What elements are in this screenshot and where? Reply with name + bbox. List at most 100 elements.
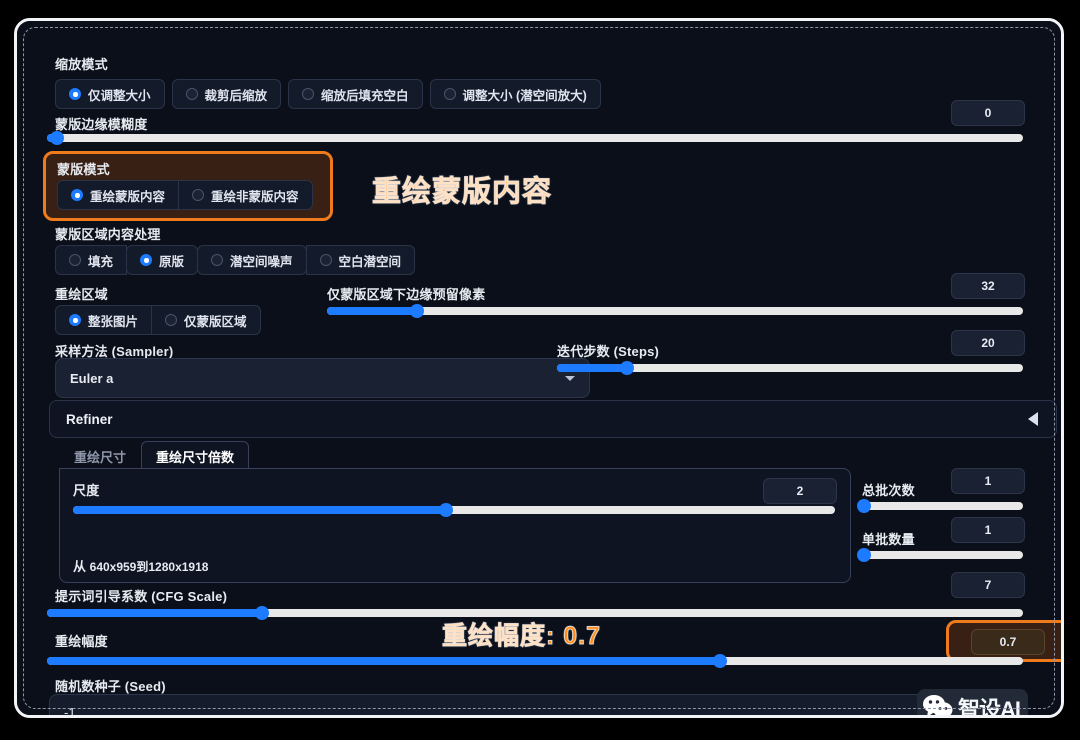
mask-blur-value[interactable]: 0 (951, 100, 1025, 126)
slider-knob[interactable] (254, 606, 269, 620)
radio-dot-icon (192, 189, 205, 201)
slider-fill (327, 307, 418, 315)
mask-mode-label: 蒙版模式 (57, 162, 110, 177)
radio-dot-icon (69, 314, 81, 326)
slider-knob[interactable] (410, 304, 425, 318)
slider-fill (557, 364, 627, 372)
steps-value[interactable]: 20 (951, 330, 1025, 356)
batch-size-value[interactable]: 1 (951, 517, 1025, 543)
radio-label: 缩放后填充空白 (321, 88, 409, 103)
watermark-text: 智设AI (958, 697, 1021, 718)
cfg-scale-value[interactable]: 7 (951, 572, 1025, 598)
denoising-strength-slider[interactable] (47, 654, 1023, 668)
radio-label: 填充 (88, 254, 114, 269)
img2img-settings-panel: 缩放模式 仅调整大小 裁剪后缩放 缩放后填充空白 调整大小 (潜空间放大) 蒙版… (17, 21, 1061, 715)
radio-dot-icon (71, 189, 83, 201)
only-masked-padding-slider[interactable] (327, 304, 1023, 318)
chevron-down-icon (565, 375, 575, 381)
sampler-value: Euler a (70, 370, 114, 386)
slider-track (862, 502, 1023, 510)
radio-resize-only[interactable]: 仅调整大小 (55, 79, 165, 109)
batch-size-label: 单批数量 (862, 532, 915, 547)
radio-dot-icon (69, 88, 81, 100)
app-frame: 缩放模式 仅调整大小 裁剪后缩放 缩放后填充空白 调整大小 (潜空间放大) 蒙版… (14, 18, 1064, 718)
only-masked-padding-label: 仅蒙版区域下边缘预留像素 (327, 287, 486, 302)
radio-only-masked[interactable]: 仅蒙版区域 (151, 305, 261, 335)
radio-label: 空白潜空间 (338, 254, 402, 269)
batch-count-label: 总批次数 (862, 483, 915, 498)
slider-fill (73, 506, 447, 514)
resize-mode-group[interactable]: 仅调整大小 裁剪后缩放 缩放后填充空白 调整大小 (潜空间放大) (55, 79, 601, 109)
triangle-left-icon[interactable] (1028, 412, 1038, 426)
radio-dot-icon (443, 88, 456, 100)
note-to: 1280x1918 (148, 560, 209, 574)
seed-input[interactable]: -1 (49, 694, 937, 718)
radio-latent-upscale[interactable]: 调整大小 (潜空间放大) (429, 79, 601, 109)
slider-track (862, 551, 1023, 559)
screenshot-root: 缩放模式 仅调整大小 裁剪后缩放 缩放后填充空白 调整大小 (潜空间放大) 蒙版… (0, 0, 1080, 740)
slider-track (327, 307, 1023, 315)
note-from: 640x959 (89, 560, 137, 574)
masked-content-group[interactable]: 填充 原版 潜空间噪声 空白潜空间 (55, 245, 416, 275)
batch-count-value[interactable]: 1 (951, 468, 1025, 494)
tab-label: 重绘尺寸倍数 (156, 449, 235, 465)
slider-knob[interactable] (856, 548, 871, 562)
radio-dot-icon (211, 254, 224, 266)
mask-mode-group[interactable]: 重绘蒙版内容 重绘非蒙版内容 (57, 180, 313, 210)
batch-size-slider[interactable] (856, 548, 1023, 562)
slider-knob[interactable] (713, 654, 728, 668)
seed-value: -1 (64, 704, 76, 718)
refiner-label: Refiner (66, 411, 113, 427)
radio-latent-noise[interactable]: 潜空间噪声 (197, 245, 307, 275)
resize-tabs[interactable]: 重绘尺寸 重绘尺寸倍数 (59, 441, 250, 471)
radio-fill[interactable]: 填充 (55, 245, 128, 275)
slider-knob[interactable] (856, 499, 871, 513)
radio-label: 裁剪后缩放 (204, 88, 268, 103)
refiner-accordion[interactable]: Refiner (49, 400, 1057, 438)
radio-original[interactable]: 原版 (126, 245, 199, 275)
radio-latent-nothing[interactable]: 空白潜空间 (305, 245, 416, 275)
seed-label: 随机数种子 (Seed) (55, 679, 166, 694)
radio-dot-icon (185, 88, 198, 100)
radio-label: 原版 (159, 254, 185, 269)
radio-label: 重绘蒙版内容 (90, 189, 166, 204)
radio-inpaint-masked[interactable]: 重绘蒙版内容 (57, 180, 180, 210)
denoising-strength-label: 重绘幅度 (55, 634, 108, 649)
slider-knob[interactable] (619, 361, 634, 375)
tab-label: 重绘尺寸 (74, 449, 127, 465)
radio-dot-icon (69, 254, 81, 266)
mask-blur-label: 蒙版边缘模糊度 (55, 117, 148, 132)
slider-fill (47, 657, 721, 665)
tab-resize-to[interactable]: 重绘尺寸 (59, 441, 141, 471)
only-masked-padding-value[interactable]: 32 (951, 273, 1025, 299)
radio-crop-and-resize[interactable]: 裁剪后缩放 (171, 79, 282, 109)
scale-slider[interactable] (73, 503, 835, 517)
masked-content-label: 蒙版区域内容处理 (55, 227, 161, 242)
mask-blur-slider[interactable] (47, 131, 1023, 145)
radio-inpaint-not-masked[interactable]: 重绘非蒙版内容 (178, 180, 313, 210)
radio-whole-picture[interactable]: 整张图片 (55, 305, 153, 335)
wechat-icon (923, 695, 953, 715)
steps-label: 迭代步数 (Steps) (557, 344, 660, 359)
slider-knob[interactable] (439, 503, 454, 517)
radio-label: 重绘非蒙版内容 (211, 189, 299, 204)
radio-resize-and-fill[interactable]: 缩放后填充空白 (288, 79, 423, 109)
batch-count-slider[interactable] (856, 499, 1023, 513)
radio-label: 仅调整大小 (88, 88, 151, 103)
tab-resize-by[interactable]: 重绘尺寸倍数 (141, 441, 250, 471)
radio-dot-icon (165, 314, 178, 326)
scale-value[interactable]: 2 (763, 478, 837, 504)
cfg-scale-label: 提示词引导系数 (CFG Scale) (55, 589, 228, 604)
slider-knob[interactable] (49, 131, 64, 145)
mask-mode-callout: 重绘蒙版内容 (371, 176, 553, 209)
slider-track (47, 134, 1023, 142)
steps-slider[interactable] (557, 361, 1023, 375)
radio-label: 潜空间噪声 (230, 254, 293, 269)
radio-label: 调整大小 (潜空间放大) (462, 88, 587, 103)
radio-dot-icon (140, 254, 153, 266)
denoising-strength-value[interactable]: 0.7 (971, 629, 1045, 655)
scale-label: 尺度 (73, 483, 100, 498)
inpaint-area-group[interactable]: 整张图片 仅蒙版区域 (55, 305, 261, 335)
radio-label: 整张图片 (88, 314, 139, 329)
sampler-dropdown[interactable]: Euler a (55, 358, 590, 398)
